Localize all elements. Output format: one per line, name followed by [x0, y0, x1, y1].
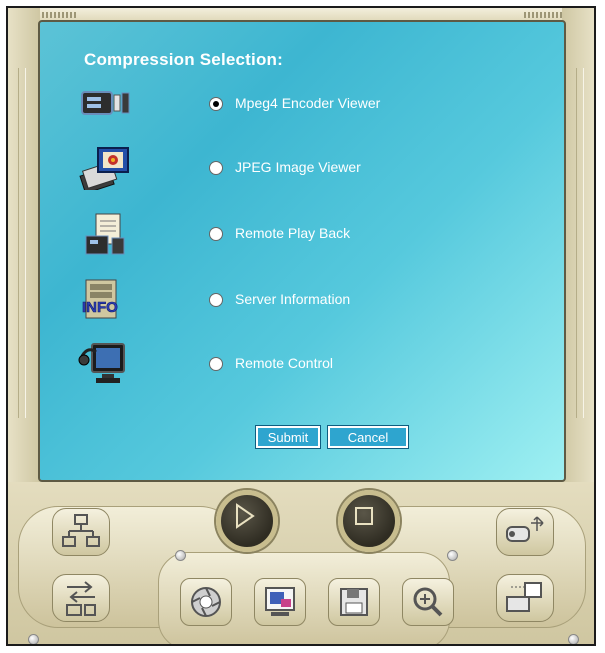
option-label: Mpeg4 Encoder Viewer	[235, 95, 381, 111]
storage-icon	[506, 582, 542, 612]
radio-remote-control[interactable]	[209, 357, 223, 371]
info-server-icon: INFO	[78, 278, 134, 322]
transfer-button[interactable]	[52, 574, 110, 622]
save-icon	[340, 588, 368, 616]
image-stack-icon	[78, 146, 134, 194]
radio-playback[interactable]	[209, 227, 223, 241]
option-remote-control[interactable]: Remote Control	[78, 342, 333, 386]
radio-jpeg[interactable]	[209, 161, 223, 175]
zoom-in-icon	[413, 587, 443, 617]
option-mpeg4[interactable]: Mpeg4 Encoder Viewer	[78, 82, 380, 126]
transfer-icon	[66, 581, 96, 616]
svg-text:INFO: INFO	[82, 299, 118, 316]
option-server-info[interactable]: INFO Server Information	[78, 278, 350, 322]
document-playback-icon	[78, 212, 134, 256]
option-playback[interactable]: Remote Play Back	[78, 212, 350, 256]
indicator-dot	[447, 550, 458, 561]
network-icon	[62, 514, 100, 547]
storage-button[interactable]	[496, 574, 554, 622]
submit-button[interactable]: Submit	[255, 425, 321, 449]
indicator-dot	[28, 634, 39, 644]
left-bezel	[8, 8, 40, 488]
option-label: Server Information	[235, 291, 351, 307]
option-label: JPEG Image Viewer	[235, 159, 361, 175]
grip-left	[38, 12, 78, 18]
option-label: Remote Play Back	[235, 225, 351, 241]
indicator-dot	[175, 550, 186, 561]
radio-mpeg4[interactable]	[209, 97, 223, 111]
play-button[interactable]	[216, 490, 278, 552]
cancel-button[interactable]: Cancel	[327, 425, 409, 449]
app-window: Compression Selection: Mpeg4 Encoder Vie…	[6, 6, 596, 646]
radio-server-info[interactable]	[209, 293, 223, 307]
option-label: Remote Control	[235, 355, 334, 371]
option-jpeg[interactable]: JPEG Image Viewer	[78, 146, 361, 194]
right-bezel	[562, 8, 594, 488]
ptz-control-button[interactable]	[496, 508, 554, 556]
monitor-video-icon	[265, 587, 295, 616]
play-icon	[236, 503, 255, 529]
video-camera-icon	[78, 82, 134, 126]
indicator-dot	[568, 634, 579, 644]
compression-panel: Compression Selection: Mpeg4 Encoder Vie…	[38, 20, 566, 482]
save-button[interactable]	[328, 578, 380, 626]
aperture-icon	[191, 587, 221, 617]
video-view-button[interactable]	[254, 578, 306, 626]
zoom-button[interactable]	[402, 578, 454, 626]
control-panel	[8, 482, 594, 644]
snapshot-button[interactable]	[180, 578, 232, 626]
ptz-camera-icon	[506, 516, 544, 542]
panel-heading: Compression Selection:	[84, 50, 283, 69]
network-button[interactable]	[52, 508, 110, 556]
stop-icon	[355, 507, 373, 525]
grip-right	[524, 12, 564, 18]
computer-monitor-icon	[78, 342, 134, 386]
stop-button[interactable]	[338, 490, 400, 552]
